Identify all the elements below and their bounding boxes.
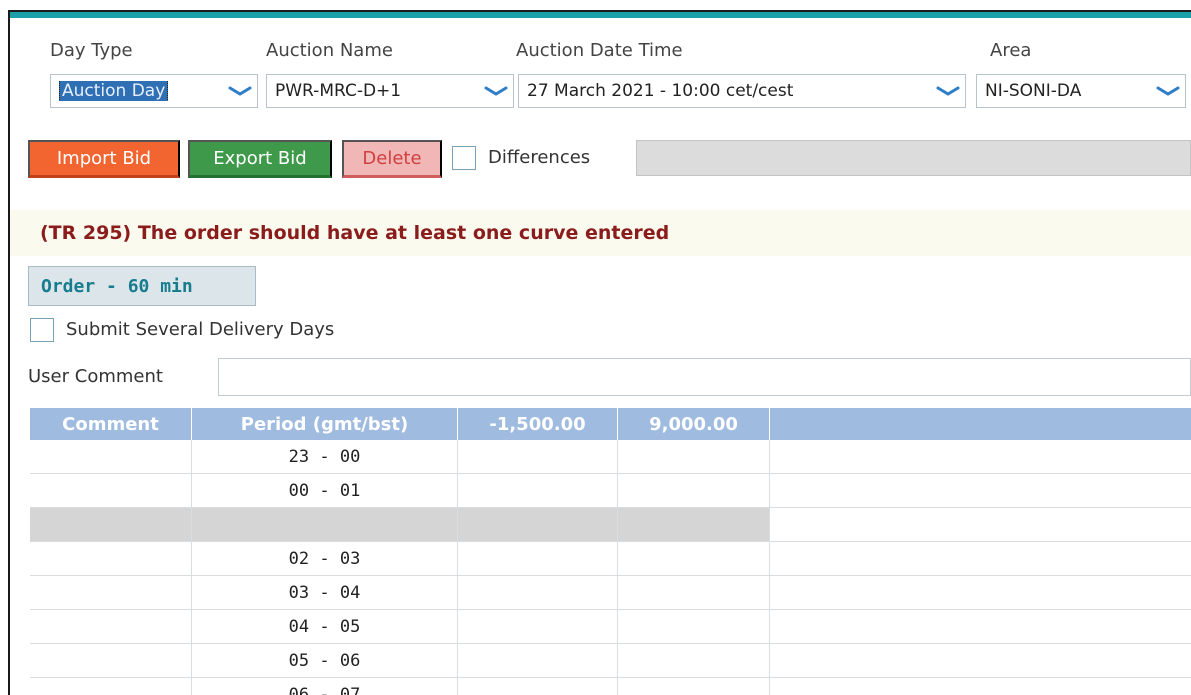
cell-price-2[interactable] xyxy=(618,474,770,507)
cell-price-2[interactable] xyxy=(618,610,770,643)
cell-comment[interactable] xyxy=(30,644,192,677)
table-row[interactable]: 04 - 05 xyxy=(30,610,1191,644)
toolbar-status-field xyxy=(636,140,1191,176)
table-row[interactable]: 05 - 06 xyxy=(30,644,1191,678)
cell-comment[interactable] xyxy=(30,440,192,473)
error-message: (TR 295) The order should have at least … xyxy=(10,210,1191,256)
cell-price-1[interactable] xyxy=(458,610,618,643)
user-comment-row: User Comment xyxy=(28,358,1191,396)
cell-price-1[interactable] xyxy=(458,542,618,575)
day-type-label: Day Type xyxy=(50,40,133,61)
table-row[interactable]: 02 - 03 xyxy=(30,542,1191,576)
day-type-value: Auction Day xyxy=(59,81,169,101)
cell-price-1[interactable] xyxy=(458,508,618,541)
cell-price-1[interactable] xyxy=(458,440,618,473)
chevron-down-icon[interactable] xyxy=(931,75,965,107)
area-value: NI-SONI-DA xyxy=(985,81,1082,101)
cell-price-1[interactable] xyxy=(458,474,618,507)
cell-price-2[interactable] xyxy=(618,542,770,575)
submit-several-days-checkbox[interactable] xyxy=(30,318,54,342)
chevron-down-icon[interactable] xyxy=(479,75,513,107)
filter-bar: Day Type Auction Name Auction Date Time … xyxy=(10,40,1191,108)
table-row[interactable]: 06 - 07 xyxy=(30,678,1191,695)
cell-period: 23 - 00 xyxy=(192,440,458,473)
grid-body: 23 - 00 00 - 01 02 - 03 03 - 04 04 - 05 05 - … xyxy=(30,440,1191,695)
chevron-down-icon[interactable] xyxy=(1151,75,1185,107)
delete-button[interactable]: Delete xyxy=(342,140,442,178)
auction-date-time-label: Auction Date Time xyxy=(516,40,683,61)
cell-price-2[interactable] xyxy=(618,644,770,677)
tab-order-60-min[interactable]: Order - 60 min xyxy=(28,266,256,306)
export-bid-button[interactable]: Export Bid xyxy=(188,140,332,178)
cell-price-2[interactable] xyxy=(618,440,770,473)
cell-price-2[interactable] xyxy=(618,508,770,541)
cell-period: 04 - 05 xyxy=(192,610,458,643)
chevron-down-icon[interactable] xyxy=(223,75,257,107)
column-header-period[interactable]: Period (gmt/bst) xyxy=(192,408,458,440)
import-bid-button[interactable]: Import Bid xyxy=(28,140,180,178)
area-select[interactable]: NI-SONI-DA xyxy=(976,74,1186,108)
column-header-comment[interactable]: Comment xyxy=(30,408,192,440)
auction-date-time-value: 27 March 2021 - 10:00 cet/cest xyxy=(527,81,794,101)
cell-period: 05 - 06 xyxy=(192,644,458,677)
cell-price-2[interactable] xyxy=(618,678,770,695)
cell-price-1[interactable] xyxy=(458,576,618,609)
cell-comment[interactable] xyxy=(30,474,192,507)
table-row[interactable]: 23 - 00 xyxy=(30,440,1191,474)
cell-price-1[interactable] xyxy=(458,644,618,677)
cell-comment[interactable] xyxy=(30,508,192,541)
cell-price-2[interactable] xyxy=(618,576,770,609)
area-label: Area xyxy=(990,40,1032,61)
column-header-price-2[interactable]: 9,000.00 xyxy=(618,408,770,440)
table-row[interactable]: 00 - 01 xyxy=(30,474,1191,508)
differences-checkbox[interactable] xyxy=(452,146,476,170)
auction-date-time-select[interactable]: 27 March 2021 - 10:00 cet/cest xyxy=(518,74,966,108)
app-frame: Day Type Auction Name Auction Date Time … xyxy=(8,10,1191,695)
differences-label: Differences xyxy=(488,147,591,168)
cell-comment[interactable] xyxy=(30,678,192,695)
cell-comment[interactable] xyxy=(30,576,192,609)
auction-name-label: Auction Name xyxy=(266,40,393,61)
order-grid: Comment Period (gmt/bst) -1,500.00 9,000… xyxy=(30,408,1191,695)
auction-name-select[interactable]: PWR-MRC-D+1 xyxy=(266,74,514,108)
cell-period: 02 - 03 xyxy=(192,542,458,575)
top-accent-bar xyxy=(10,12,1191,18)
cell-period xyxy=(192,508,458,541)
grid-header: Comment Period (gmt/bst) -1,500.00 9,000… xyxy=(30,408,1191,440)
toolbar: Import Bid Export Bid Delete Differences xyxy=(28,140,1191,180)
cell-comment[interactable] xyxy=(30,542,192,575)
column-header-price-1[interactable]: -1,500.00 xyxy=(458,408,618,440)
user-comment-label: User Comment xyxy=(28,366,163,387)
cell-period: 00 - 01 xyxy=(192,474,458,507)
table-row[interactable]: 03 - 04 xyxy=(30,576,1191,610)
cell-price-1[interactable] xyxy=(458,678,618,695)
cell-period: 06 - 07 xyxy=(192,678,458,695)
auction-name-value: PWR-MRC-D+1 xyxy=(275,81,402,101)
cell-period: 03 - 04 xyxy=(192,576,458,609)
day-type-select[interactable]: Auction Day xyxy=(50,74,258,108)
submit-several-days-label: Submit Several Delivery Days xyxy=(66,319,335,340)
table-row[interactable] xyxy=(30,508,1191,542)
user-comment-input[interactable] xyxy=(218,358,1191,396)
cell-comment[interactable] xyxy=(30,610,192,643)
